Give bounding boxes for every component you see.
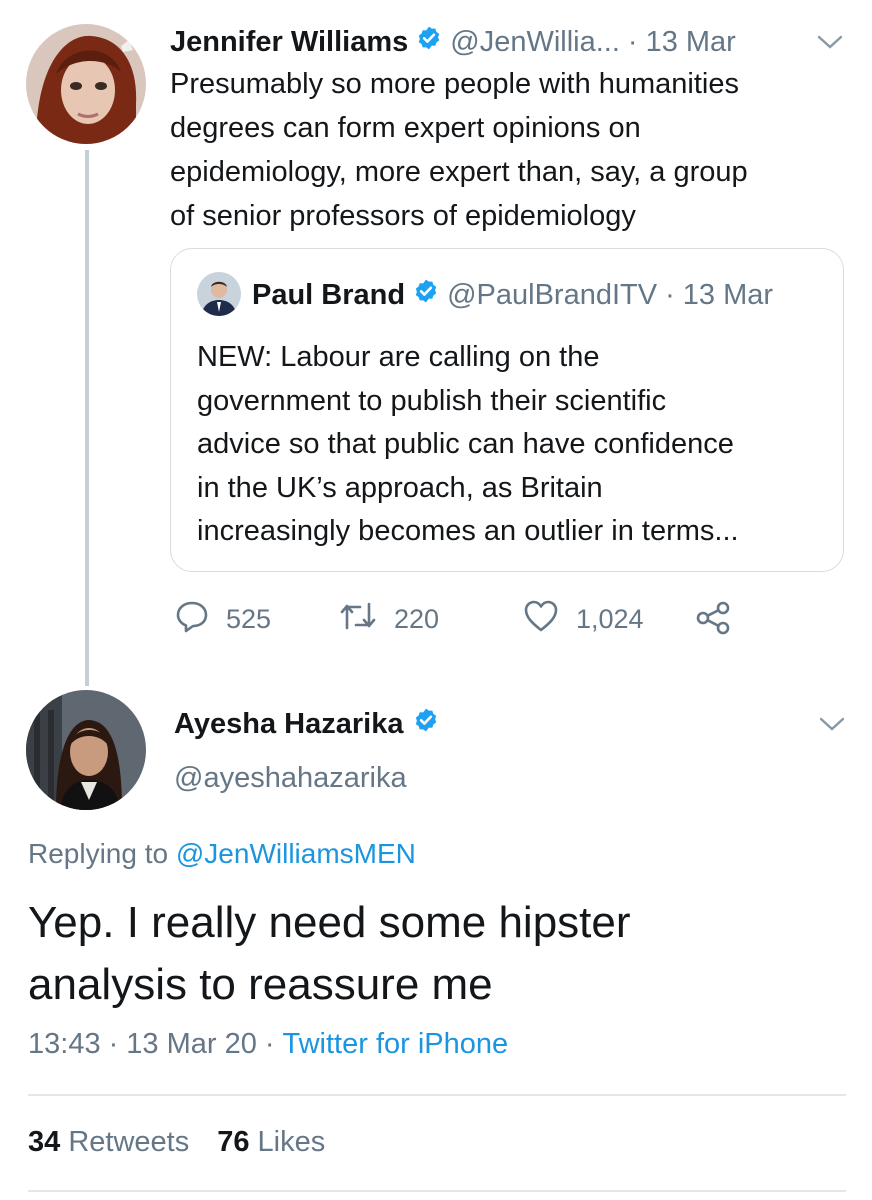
avatar-paul-brand[interactable]	[197, 272, 241, 316]
reply-action[interactable]: 525	[174, 598, 271, 641]
verified-badge-icon	[413, 278, 439, 312]
like-icon	[522, 598, 576, 641]
like-count: 1,024	[576, 604, 644, 634]
tweet-date[interactable]: 13 Mar	[646, 26, 736, 59]
reply-icon	[174, 598, 226, 641]
retweet-total: 34	[28, 1126, 61, 1158]
engagement-stats: 34 Retweets 76 Likes	[28, 1126, 325, 1159]
meta-separator: ·	[108, 1028, 119, 1060]
quote-text-line: in the UK’s approach, as Britain	[197, 471, 603, 504]
meta-separator: ·	[665, 278, 675, 311]
author-handle[interactable]: @JenWillia...	[450, 26, 620, 59]
reply-meta: 13:43 · 13 Mar 20 · Twitter for iPhone	[28, 1028, 508, 1061]
quote-text-line: government to publish their scientific	[197, 384, 667, 417]
replying-to: Replying to @JenWilliamsMEN	[28, 838, 416, 870]
retweets-stat[interactable]: 34 Retweets	[28, 1126, 189, 1159]
meta-separator: ·	[627, 25, 638, 58]
quote-text-line: advice so that public can have confidenc…	[197, 428, 734, 460]
retweet-action[interactable]: 220	[338, 598, 439, 641]
reply-source[interactable]: Twitter for iPhone	[283, 1028, 509, 1061]
reply-text-line: analysis to reassure me	[28, 960, 493, 1009]
like-label: Likes	[257, 1126, 326, 1158]
author-name[interactable]: Jennifer Williams	[170, 26, 408, 59]
reply-body: Yep. I really need some hipster analysis…	[28, 892, 631, 1016]
reply-time: 13:43	[28, 1028, 101, 1060]
divider	[28, 1190, 846, 1192]
replying-to-handle[interactable]: @JenWilliamsMEN	[176, 838, 416, 869]
retweet-count: 220	[394, 604, 440, 634]
tweet-text-line: degrees can form expert opinions on	[170, 112, 641, 144]
like-total: 76	[217, 1126, 250, 1158]
retweet-icon	[338, 598, 394, 641]
verified-badge-icon	[416, 25, 442, 59]
replying-to-label: Replying to	[28, 838, 169, 869]
avatar-ayesha-hazarika[interactable]	[26, 690, 146, 810]
avatar-jennifer-williams[interactable]	[26, 24, 146, 144]
quote-date[interactable]: 13 Mar	[683, 279, 773, 312]
quote-body: NEW: Labour are calling on the governmen…	[197, 336, 827, 554]
like-action[interactable]: 1,024	[522, 598, 644, 641]
chevron-down-icon[interactable]	[816, 32, 844, 57]
tweet-text-line: Presumably so more people with humanitie…	[170, 68, 739, 100]
divider	[28, 1094, 846, 1096]
quote-text-line: NEW: Labour are calling on the	[197, 341, 600, 373]
reply-date: 13 Mar 20	[126, 1028, 257, 1060]
thread-line	[85, 150, 89, 686]
chevron-down-icon[interactable]	[818, 714, 846, 739]
tweet-body: Presumably so more people with humanitie…	[170, 62, 840, 238]
reply-author-name[interactable]: Ayesha Hazarika	[174, 708, 403, 741]
meta-separator: ·	[264, 1028, 275, 1060]
quote-text-line: increasingly becomes an outlier in terms…	[197, 515, 739, 547]
reply-count: 525	[226, 604, 272, 634]
retweet-label: Retweets	[68, 1126, 190, 1158]
quote-author-name[interactable]: Paul Brand	[252, 279, 405, 312]
tweet-text-line: of senior professors of epidemiology	[170, 200, 636, 232]
reply-text-line: Yep. I really need some hipster	[28, 898, 631, 947]
share-icon[interactable]	[694, 600, 732, 641]
tweet-text-line: epidemiology, more expert than, say, a g…	[170, 156, 748, 188]
reply-author-handle[interactable]: @ayeshahazarika	[174, 762, 407, 795]
quote-author-handle[interactable]: @PaulBrandITV	[447, 279, 657, 312]
likes-stat[interactable]: 76 Likes	[217, 1126, 325, 1159]
verified-badge-icon	[413, 707, 439, 741]
